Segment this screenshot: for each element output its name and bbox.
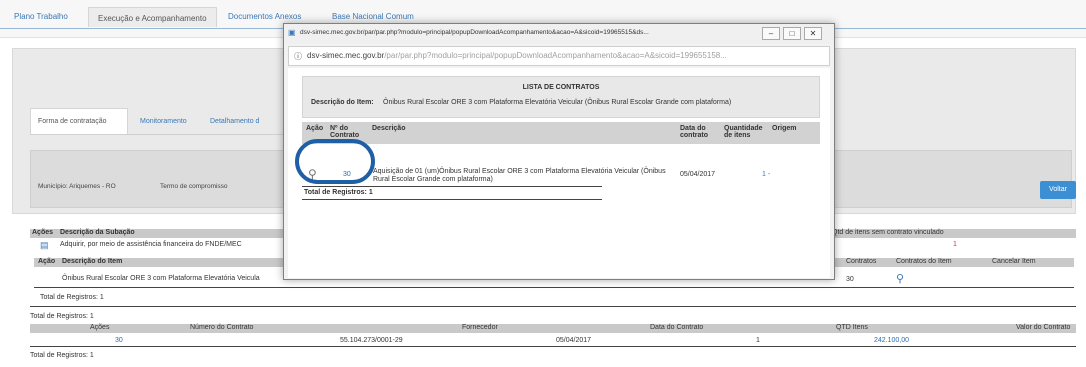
contratos-item-header: Contratos do Item <box>896 258 952 265</box>
outer-total: Total de Registros: 1 <box>30 313 94 320</box>
contratos-value: 30 <box>846 276 854 283</box>
maximize-button[interactable]: □ <box>783 27 801 40</box>
col-origem: Origem <box>772 125 797 132</box>
col-descricao: Descrição <box>372 125 406 132</box>
descricao-item-header: Descrição do Item <box>62 258 123 265</box>
list-header-box: LISTA DE CONTRATOS Descrição do Item: Ôn… <box>302 76 820 118</box>
col-fornecedor: Fornecedor <box>462 324 498 331</box>
bottom-total: Total de Registros: 1 <box>30 352 94 359</box>
contract-description: Aquisição de 01 (um)Ônibus Rural Escolar… <box>373 168 666 183</box>
tab-execucao-acompanhamento[interactable]: Execução e Acompanhamento <box>88 7 217 27</box>
contracts-divider <box>30 346 1076 347</box>
contract-valor: 242.100,00 <box>874 337 910 344</box>
search-icon[interactable]: ⚲ <box>896 272 904 285</box>
list-divider <box>302 186 602 187</box>
list-bottom-divider <box>302 199 602 200</box>
tab-plano-trabalho[interactable]: Plano Trabalho <box>14 12 68 21</box>
close-button[interactable]: ✕ <box>804 27 822 40</box>
municipio-label: Município: Ariquemes - RO <box>38 183 116 190</box>
termo-label: Termo de compromisso <box>160 183 228 190</box>
tab-base-nacional-comum[interactable]: Base Nacional Comum <box>332 12 414 21</box>
acoes-header: Ações <box>32 229 54 236</box>
col-numero-contrato: Número do Contrato <box>190 324 254 331</box>
tab-forma-contratacao[interactable]: Forma de contratação <box>30 108 128 134</box>
subacao-text: Adquirir, por meio de assistência financ… <box>60 241 242 248</box>
info-icon[interactable]: ⓘ <box>294 51 302 62</box>
qtd-sem-contrato-value: 1 <box>953 241 957 248</box>
desc-item-label: Descrição do Item: <box>311 99 374 106</box>
col-data: Data do contrato <box>680 125 708 139</box>
col-numero: Nº do Contrato <box>330 125 360 139</box>
popup-title: dsv-simec.mec.gov.br/par/par.php?modulo=… <box>300 29 649 36</box>
page-icon: ▣ <box>288 28 296 37</box>
inner-divider <box>34 287 1074 288</box>
cancelar-item-header: Cancelar Item <box>992 258 1036 265</box>
col-acao: Ação <box>306 125 324 132</box>
popup-titlebar[interactable]: ▣ dsv-simec.mec.gov.br/par/par.php?modul… <box>284 24 834 44</box>
col-quantidade: Quantidade de itens <box>724 125 763 139</box>
contracts-header-row: Ações Número do Contrato Fornecedor Data… <box>30 324 1076 333</box>
contract-date: 05/04/2017 <box>556 337 592 344</box>
inner-total: Total de Registros: 1 <box>40 294 104 301</box>
contract-number-link[interactable]: 30 <box>115 337 123 344</box>
voltar-button[interactable]: Voltar <box>1040 181 1076 199</box>
col-data-contrato: Data do Contrato <box>650 324 704 331</box>
contract-date: 05/04/2017 <box>680 171 716 178</box>
list-title: LISTA DE CONTRATOS <box>522 84 600 91</box>
contract-qtd: 1 <box>756 337 760 344</box>
item-text: Ônibus Rural Escolar ORE 3 com Plataform… <box>62 275 260 282</box>
desc-item-value: Ônibus Rural Escolar ORE 3 com Plataform… <box>383 99 732 106</box>
contracts-list-header: Ação Nº do Contrato Descrição Data do co… <box>302 122 820 144</box>
address-path: /par/par.php?modulo=principal/popupDownl… <box>384 51 727 60</box>
col-qtd-itens: QTD Itens <box>836 324 868 331</box>
contratos-header: Contratos <box>846 258 877 265</box>
highlight-oval <box>295 139 375 184</box>
col-acoes: Ações <box>90 324 110 331</box>
address-bar[interactable]: ⓘ dsv-simec.mec.gov.br/par/par.php?modul… <box>288 46 830 66</box>
subtab-divider <box>30 134 290 135</box>
qtd-sem-contrato-header: Qtd de itens sem contrato vinculado <box>832 229 944 236</box>
tab-monitoramento[interactable]: Monitoramento <box>140 118 187 125</box>
tab-documentos-anexos[interactable]: Documentos Anexos <box>228 12 301 21</box>
contract-cnpj: 55.104.273/0001-29 <box>340 337 403 344</box>
outer-divider <box>30 306 1076 307</box>
list-total: Total de Registros: 1 <box>304 189 373 196</box>
acao-header: Ação <box>38 258 56 265</box>
tab-detalhamento[interactable]: Detalhamento d <box>210 118 259 125</box>
col-valor-contrato: Valor do Contrato <box>1016 324 1071 331</box>
minimize-button[interactable]: – <box>762 27 780 40</box>
descricao-subacao-header: Descrição da Subação <box>60 229 135 236</box>
contract-origem[interactable]: 1 - <box>762 171 770 178</box>
document-icon[interactable]: ▤ <box>40 240 49 251</box>
address-domain: dsv-simec.mec.gov.br <box>307 51 385 60</box>
